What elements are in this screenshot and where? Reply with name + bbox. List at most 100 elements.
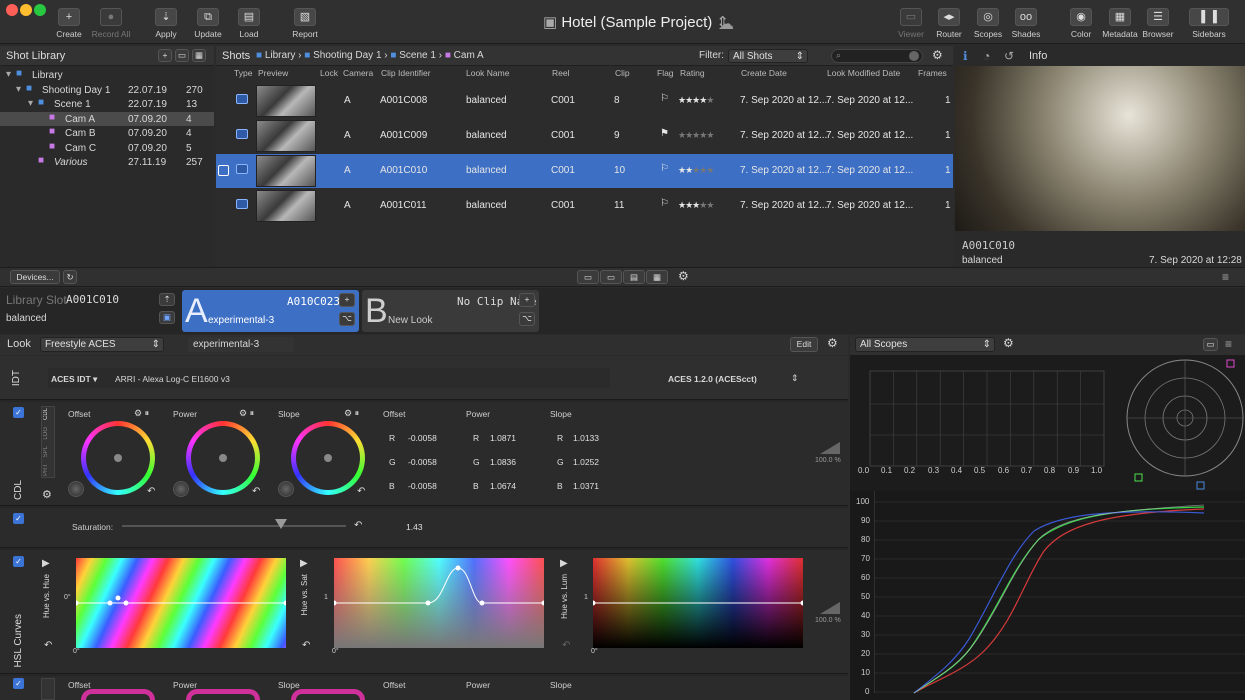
slot-a-options-icon[interactable]: ⌥ (339, 312, 355, 326)
table-row[interactable]: A A001C009 balanced C001 9 ⚑ ★★★★★ 7. Se… (216, 119, 953, 153)
update-button[interactable]: ⧉ Update (185, 8, 231, 39)
column-header-create-date[interactable]: Create Date (741, 68, 787, 78)
report-button[interactable]: ▧ Report (282, 8, 328, 39)
column-header-reel[interactable]: Reel (552, 68, 569, 78)
power-master-knob[interactable] (173, 481, 189, 497)
clear-search-icon[interactable] (909, 51, 919, 61)
tree-item-various[interactable]: ■ Various 27.11.19 257 (0, 155, 214, 170)
browser-button[interactable]: ☰ Browser (1135, 8, 1181, 39)
power-g-field[interactable]: 1.0836 (490, 457, 516, 467)
power-color-wheel[interactable] (186, 689, 260, 700)
scopes-select[interactable]: All Scopes ⇕ (855, 337, 995, 352)
flag-icon[interactable]: ⚐ (660, 93, 669, 104)
filter-select[interactable]: All Shots ⇕ (728, 49, 808, 63)
hue-vs-hue-curve[interactable] (73, 558, 289, 648)
sidebars-button[interactable]: ▌▐ Sidebars (1185, 8, 1233, 39)
hsl-enable-checkbox[interactable]: ✓ (13, 556, 24, 567)
saturation-field[interactable]: 1.43 (406, 522, 423, 532)
play-icon[interactable]: ▶ (300, 558, 308, 569)
cdl-2-enable-checkbox[interactable]: ✓ (13, 678, 24, 689)
refresh-icon[interactable]: ↻ (63, 270, 77, 284)
project-title[interactable]: ▣ Hotel (Sample Project) ⇕ (543, 13, 729, 31)
grid-view-icon[interactable]: ▦ (192, 49, 206, 62)
play-icon[interactable]: ▶ (42, 558, 50, 569)
saturation-slider-thumb[interactable] (275, 519, 287, 529)
power-r-field[interactable]: 1.0871 (490, 433, 516, 443)
rating-stars[interactable]: ★★★★★ (678, 130, 714, 141)
tree-item-cam-a[interactable]: ■ Cam A 07.09.20 4 (0, 111, 214, 126)
add-folder-button[interactable]: + (158, 49, 172, 62)
power-reset-icon[interactable]: ↶ (252, 486, 260, 497)
rating-stars[interactable]: ★★★★★ (678, 95, 714, 106)
offset-g-field[interactable]: -0.0058 (408, 457, 437, 467)
flag-icon[interactable]: ⚑ (660, 128, 669, 139)
tab-cdl[interactable]: CDL (43, 408, 49, 420)
column-header-look-modified-date[interactable]: Look Modified Date (827, 68, 900, 78)
menu-lines-icon[interactable]: ≡ (1222, 270, 1229, 284)
column-header-camera[interactable]: Camera (343, 68, 373, 78)
flag-icon[interactable]: ⚐ (660, 163, 669, 174)
layout-wide-icon[interactable]: ▭ (600, 270, 622, 284)
reset-icon[interactable]: ↶ (302, 640, 310, 651)
settings-gear-icon[interactable]: ⚙ (1003, 336, 1014, 350)
play-icon[interactable]: ▶ (560, 558, 568, 569)
menu-lines-icon[interactable]: ≡ (1225, 337, 1232, 351)
wheel-settings-icon[interactable]: ⚙ ⏸ (134, 408, 149, 419)
breadcrumb-item[interactable]: Library (265, 50, 296, 61)
monitor-icon[interactable]: ▣ (159, 311, 175, 324)
flag-icon[interactable]: ⚐ (660, 198, 669, 209)
column-header-type[interactable]: Type (234, 68, 252, 78)
slope-color-wheel[interactable] (291, 689, 365, 700)
reset-icon[interactable]: ↶ (44, 640, 52, 651)
look-name-input[interactable]: experimental-3 (188, 337, 294, 352)
tab-prt[interactable]: PRT (43, 464, 49, 476)
minimize-window-button[interactable] (20, 4, 32, 16)
power-b-field[interactable]: 1.0674 (490, 481, 516, 491)
column-header-clip-identifier[interactable]: Clip Identifier (381, 68, 431, 78)
column-header-clip[interactable]: Clip (615, 68, 630, 78)
tree-item-library[interactable]: ▾ ■ Library (0, 68, 214, 83)
breadcrumb-item[interactable]: Shooting Day 1 (313, 50, 381, 61)
offset-reset-icon[interactable]: ↶ (147, 486, 155, 497)
column-header-preview[interactable]: Preview (258, 68, 288, 78)
column-header-look-name[interactable]: Look Name (466, 68, 509, 78)
saturation-slider-track[interactable] (122, 525, 346, 527)
search-input[interactable]: ⌕ (831, 49, 923, 63)
slot-a-add-button[interactable]: + (339, 293, 355, 307)
apply-button[interactable]: ⇣ Apply (143, 8, 189, 39)
tree-item-shooting-day-1[interactable]: ▾ ■ Shooting Day 1 22.07.19 270 (0, 83, 214, 98)
layout-split-icon[interactable]: ▤ (623, 270, 645, 284)
saturation-reset-icon[interactable]: ↶ (354, 520, 362, 531)
slot-b-add-button[interactable]: + (519, 293, 535, 307)
layout-single-icon[interactable]: ▭ (577, 270, 599, 284)
offset-color-wheel[interactable] (81, 689, 155, 700)
wheel-settings-icon[interactable]: ⚙ ⏸ (239, 408, 254, 419)
slope-reset-icon[interactable]: ↶ (357, 486, 365, 497)
settings-gear-icon[interactable]: ⚙ (827, 336, 838, 350)
history-icon[interactable]: ↺ (1004, 49, 1014, 63)
settings-gear-icon[interactable]: ⚙ (42, 488, 52, 501)
table-row[interactable]: A A001C008 balanced C001 8 ⚐ ★★★★★ 7. Se… (216, 84, 953, 118)
column-header-flag[interactable]: Flag (657, 68, 674, 78)
shades-button[interactable]: oo Shades (1003, 8, 1049, 39)
record-all-button[interactable]: ● Record All (88, 8, 134, 39)
edit-button[interactable]: Edit (790, 337, 818, 352)
look-type-select[interactable]: Freestyle ACES ⇕ (40, 337, 164, 352)
cloud-icon[interactable]: ☁ (718, 14, 734, 34)
layout-quad-icon[interactable]: ▦ (646, 270, 668, 284)
load-button[interactable]: ▤ Load (226, 8, 272, 39)
cdl-2-mode-tabs[interactable] (41, 678, 55, 700)
saturation-enable-checkbox[interactable]: ✓ (13, 513, 24, 524)
offset-r-field[interactable]: -0.0058 (408, 433, 437, 443)
settings-gear-icon[interactable]: ⚙ (678, 269, 689, 283)
idt-camera[interactable]: ARRI - Alexa Log-C EI1600 v3 (115, 374, 230, 384)
breadcrumb-item[interactable]: Cam A (454, 50, 484, 61)
column-header-frames[interactable]: Frames (918, 68, 947, 78)
reset-icon[interactable]: ↶ (562, 640, 570, 651)
rating-stars[interactable]: ★★★★★ (678, 200, 714, 211)
table-row[interactable]: A A001C011 balanced C001 11 ⚐ ★★★★★ 7. S… (216, 189, 953, 223)
meter-icon[interactable]: ◔ (983, 49, 990, 63)
idt-mode-select[interactable]: ACES IDT ▾ (51, 374, 97, 385)
slot-b-options-icon[interactable]: ⌥ (519, 312, 535, 326)
settings-gear-icon[interactable]: ⚙ (932, 48, 943, 62)
